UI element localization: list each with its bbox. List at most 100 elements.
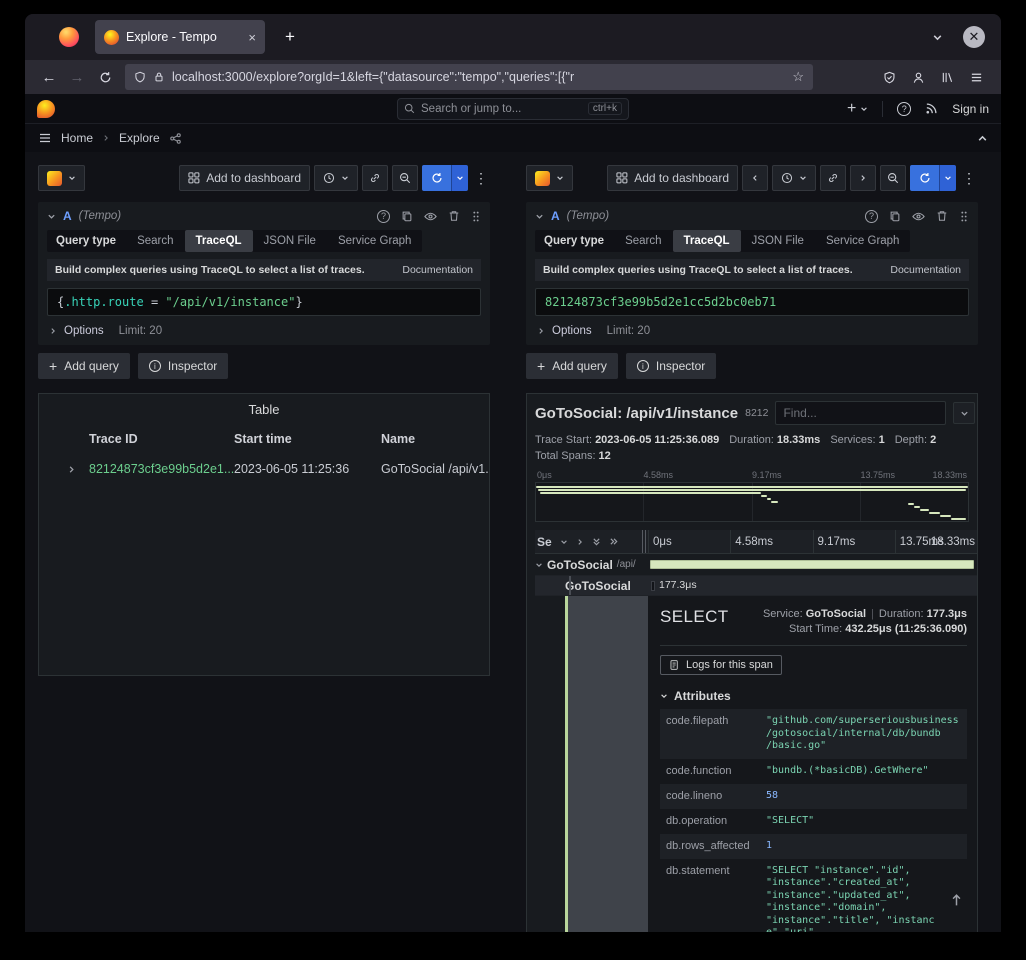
bookmark-star-icon[interactable]: ☆ [792, 69, 804, 85]
back-icon[interactable]: ← [35, 64, 63, 90]
drag-handle-icon[interactable] [959, 210, 969, 223]
collapse-query-icon[interactable] [47, 212, 56, 221]
disable-query-icon[interactable] [912, 210, 925, 223]
pane-kebab-icon[interactable]: ⋮ [960, 170, 978, 187]
collapse-query-icon[interactable] [535, 212, 544, 221]
zoom-out-button[interactable] [880, 165, 906, 191]
url-bar[interactable]: localhost:3000/explore?orgId=1&left={"da… [125, 64, 813, 90]
mega-menu-icon[interactable] [38, 131, 52, 145]
reload-icon[interactable] [91, 64, 119, 90]
news-rss-icon[interactable] [925, 102, 938, 115]
tab-traceql[interactable]: TraceQL [185, 230, 253, 252]
window-close-button[interactable]: ✕ [963, 26, 985, 48]
add-to-dashboard-button[interactable]: Add to dashboard [179, 165, 310, 191]
span-row-selected[interactable]: GoToSocial 177.3μs [535, 576, 977, 596]
add-menu-button[interactable]: + [847, 100, 868, 118]
span-row-root[interactable]: GoToSocial /api/ [535, 554, 977, 576]
logs-for-span-button[interactable]: Logs for this span [660, 655, 782, 675]
query-options-row[interactable]: Options Limit: 20 [38, 316, 490, 337]
trace-minimap[interactable]: 0μs 4.58ms 9.17ms 13.75ms 18.33ms [535, 469, 969, 522]
tab-json-file[interactable]: JSON File [253, 230, 327, 252]
tab-search[interactable]: Search [614, 230, 672, 252]
root-span-bar[interactable] [650, 560, 974, 569]
traceql-code-editor[interactable]: {.http.route = "/api/v1/instance"} [47, 288, 481, 316]
col-name[interactable]: Name [381, 432, 489, 446]
chevron-down-icon[interactable] [560, 538, 568, 546]
tab-json-file[interactable]: JSON File [741, 230, 815, 252]
tab-service-graph[interactable]: Service Graph [327, 230, 423, 252]
documentation-link[interactable]: Documentation [890, 264, 961, 276]
next-result-button[interactable] [953, 402, 975, 424]
traceql-code-editor[interactable]: 82124873cf3e99b5d2e1cc5d2bc0eb71 [535, 288, 969, 316]
pane-kebab-icon[interactable]: ⋮ [472, 170, 490, 187]
account-icon[interactable] [912, 71, 925, 84]
time-picker-button[interactable] [772, 165, 816, 191]
attributes-section-header[interactable]: Attributes [660, 689, 967, 703]
inspector-button[interactable]: i Inspector [626, 353, 716, 379]
datasource-picker[interactable] [38, 165, 85, 191]
search-input[interactable]: Search or jump to... ctrl+k [397, 98, 629, 120]
share-icon[interactable] [169, 132, 182, 145]
minimap-band[interactable] [535, 482, 969, 522]
forward-icon[interactable]: → [63, 64, 91, 90]
shield-icon[interactable] [134, 71, 146, 83]
chevron-right-icon[interactable] [576, 538, 584, 546]
shift-time-forward-button[interactable] [850, 165, 876, 191]
shift-time-back-button[interactable] [742, 165, 768, 191]
col-trace-id[interactable]: Trace ID [89, 432, 234, 446]
inspector-button[interactable]: i Inspector [138, 353, 228, 379]
time-picker-button[interactable] [314, 165, 358, 191]
remove-query-icon[interactable] [936, 210, 948, 223]
expand-all-icon[interactable] [609, 537, 619, 546]
new-tab-button[interactable]: + [275, 27, 305, 47]
grafana-top-nav: Search or jump to... ctrl+k + ? Sign in [25, 94, 1001, 124]
menu-icon[interactable] [970, 71, 983, 84]
documentation-link[interactable]: Documentation [402, 264, 473, 276]
breadcrumb-home[interactable]: Home [61, 131, 93, 145]
datasource-picker[interactable] [526, 165, 573, 191]
link-button[interactable] [362, 165, 388, 191]
library-icon[interactable] [941, 71, 954, 84]
trace-id-link[interactable]: 82124873cf3e99b5d2e1... [89, 462, 234, 476]
remove-query-icon[interactable] [448, 210, 460, 223]
grafana-logo-icon[interactable] [37, 100, 55, 118]
firefox-icon[interactable] [59, 27, 79, 47]
duplicate-query-icon[interactable] [401, 210, 413, 223]
query-help-icon[interactable]: ? [865, 210, 878, 223]
run-query-button[interactable] [910, 165, 956, 191]
run-query-button[interactable] [422, 165, 468, 191]
tab-service-graph[interactable]: Service Graph [815, 230, 911, 252]
lock-icon[interactable] [153, 71, 165, 83]
tree-resizer-handle[interactable] [639, 530, 648, 553]
expand-row-icon[interactable] [39, 465, 89, 474]
tree-header-label[interactable]: Se [537, 535, 552, 549]
collapse-all-icon[interactable] [592, 537, 601, 547]
zoom-out-button[interactable] [392, 165, 418, 191]
add-query-button[interactable]: + Add query [38, 353, 130, 379]
tab-search[interactable]: Search [126, 230, 184, 252]
query-help-icon[interactable]: ? [377, 210, 390, 223]
add-to-dashboard-button[interactable]: Add to dashboard [607, 165, 738, 191]
chevron-down-icon[interactable] [451, 165, 468, 191]
list-tabs-icon[interactable] [932, 32, 943, 43]
breadcrumb-explore[interactable]: Explore [119, 131, 160, 145]
drag-handle-icon[interactable] [471, 210, 481, 223]
chevron-down-icon[interactable] [535, 561, 543, 569]
col-start-time[interactable]: Start time [234, 432, 381, 446]
tab-traceql[interactable]: TraceQL [673, 230, 741, 252]
sign-in-button[interactable]: Sign in [952, 102, 989, 116]
tab-close-icon[interactable]: × [248, 30, 256, 45]
duplicate-query-icon[interactable] [889, 210, 901, 223]
chevron-down-icon[interactable] [939, 165, 956, 191]
scroll-to-top-icon[interactable] [949, 892, 964, 907]
add-query-button[interactable]: + Add query [526, 353, 618, 379]
browser-tab[interactable]: Explore - Tempo × [95, 20, 265, 54]
disable-query-icon[interactable] [424, 210, 437, 223]
link-button[interactable] [820, 165, 846, 191]
help-icon[interactable]: ? [897, 102, 911, 116]
protections-icon[interactable] [883, 71, 896, 84]
collapse-chrome-icon[interactable] [977, 133, 988, 144]
selected-span-bar[interactable] [651, 581, 655, 591]
query-options-row[interactable]: Options Limit: 20 [526, 316, 978, 337]
find-input[interactable] [775, 401, 946, 425]
